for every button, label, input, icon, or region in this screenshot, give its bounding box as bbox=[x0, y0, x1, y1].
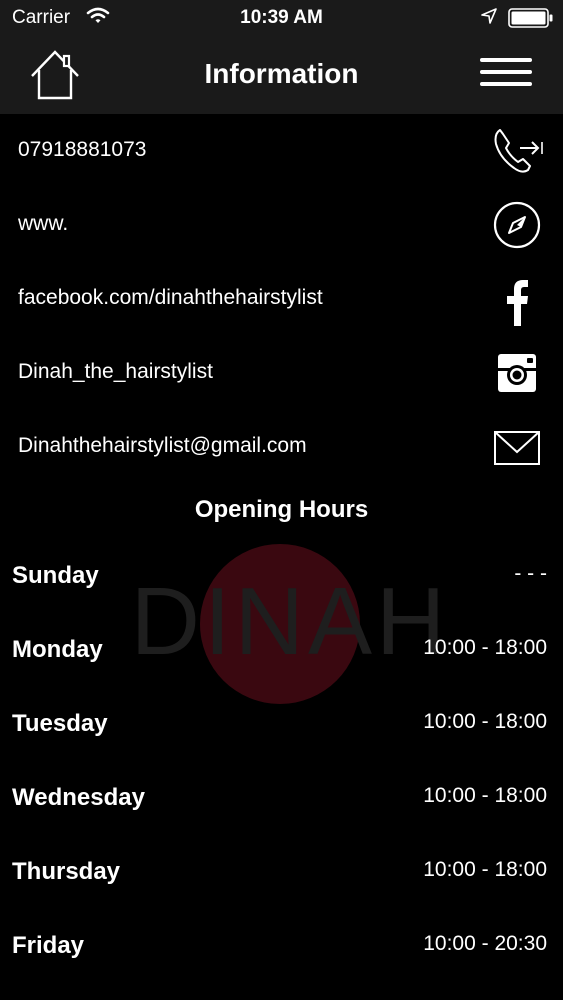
hours-value: 10:00 - 20:30 bbox=[423, 932, 547, 955]
day-label: Tuesday bbox=[12, 710, 108, 737]
day-label: Friday bbox=[12, 932, 85, 959]
hours-value: 10:00 - 18:00 bbox=[423, 710, 547, 733]
compass-icon[interactable] bbox=[490, 198, 544, 252]
phone-number[interactable]: 07918881073 bbox=[18, 138, 146, 162]
email-row[interactable]: Dinahthehairstylist@gmail.com bbox=[0, 410, 563, 484]
instagram-row[interactable]: Dinah_the_hairstylist bbox=[0, 336, 563, 410]
instagram-icon[interactable] bbox=[490, 346, 544, 400]
location-arrow-icon bbox=[480, 7, 498, 31]
email-address[interactable]: Dinahthehairstylist@gmail.com bbox=[18, 434, 307, 458]
day-label: Wednesday bbox=[12, 784, 145, 811]
day-label: Thursday bbox=[12, 858, 121, 885]
mail-icon[interactable] bbox=[490, 420, 544, 474]
menu-button[interactable] bbox=[478, 54, 534, 94]
hours-value: - - - bbox=[514, 562, 547, 585]
hours-row-friday: Friday 10:00 - 20:30 bbox=[0, 910, 563, 984]
status-bar: Carrier 10:39 AM bbox=[0, 0, 563, 36]
hours-row-monday: Monday 10:00 - 18:00 bbox=[0, 614, 563, 688]
facebook-row[interactable]: facebook.com/dinahthehairstylist bbox=[0, 262, 563, 336]
opening-hours-title: Opening Hours bbox=[194, 496, 369, 523]
facebook-link[interactable]: facebook.com/dinahthehairstylist bbox=[18, 286, 323, 310]
battery-icon bbox=[508, 8, 554, 34]
instagram-handle[interactable]: Dinah_the_hairstylist bbox=[18, 360, 213, 384]
day-label: Monday bbox=[12, 636, 103, 663]
hours-row-thursday: Thursday 10:00 - 18:00 bbox=[0, 836, 563, 910]
status-time: 10:39 AM bbox=[240, 7, 323, 28]
facebook-icon[interactable] bbox=[490, 272, 544, 326]
phone-row[interactable]: 07918881073 bbox=[0, 114, 563, 188]
hours-value: 10:00 - 18:00 bbox=[423, 858, 547, 881]
website-row[interactable]: www. bbox=[0, 188, 563, 262]
hours-row-tuesday: Tuesday 10:00 - 18:00 bbox=[0, 688, 563, 762]
hours-value: 10:00 - 18:00 bbox=[423, 784, 547, 807]
hours-value: 10:00 - 18:00 bbox=[423, 636, 547, 659]
phone-icon[interactable] bbox=[490, 124, 544, 178]
hours-row-sunday: Sunday - - - bbox=[0, 540, 563, 614]
website-link[interactable]: www. bbox=[18, 212, 68, 236]
hours-row-wednesday: Wednesday 10:00 - 18:00 bbox=[0, 762, 563, 836]
day-label: Sunday bbox=[12, 562, 99, 589]
nav-bar: Information bbox=[0, 36, 563, 114]
content-area: DINAH 07918881073 www. facebook.com/dina… bbox=[0, 114, 563, 1000]
hamburger-menu-icon bbox=[480, 58, 532, 86]
